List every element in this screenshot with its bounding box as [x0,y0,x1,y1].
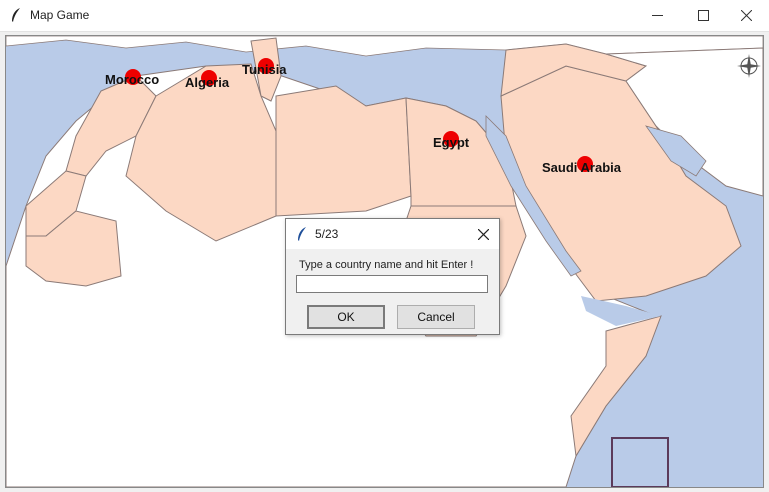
ok-button[interactable]: OK [307,305,385,329]
window-titlebar: Map Game [0,0,769,32]
country-label-egypt: Egypt [433,135,470,150]
country-label-saudi-arabia: Saudi Arabia [542,160,621,175]
cancel-button[interactable]: Cancel [397,305,475,329]
minimize-icon [651,15,663,16]
dialog-title: 5/23 [315,227,339,241]
dialog-titlebar: 5/23 [286,219,499,249]
window-title: Map Game [30,8,90,22]
close-button[interactable] [723,0,769,31]
country-label-morocco: Morocco [105,72,160,87]
maximize-button[interactable] [680,0,726,31]
feather-icon [12,8,20,22]
country-name-input[interactable] [296,275,488,293]
input-dialog: 5/23 Type a country name and hit Enter !… [285,218,500,335]
maximize-icon [697,10,709,21]
country-label-algeria: Algeria [185,75,230,90]
close-icon [477,228,489,240]
close-icon [740,10,752,21]
dialog-prompt: Type a country name and hit Enter ! [299,259,474,271]
feather-icon [298,227,306,241]
country-label-tunisia: Tunisia [242,62,287,77]
minimize-button[interactable] [634,0,680,31]
dialog-close-button[interactable] [472,224,494,244]
